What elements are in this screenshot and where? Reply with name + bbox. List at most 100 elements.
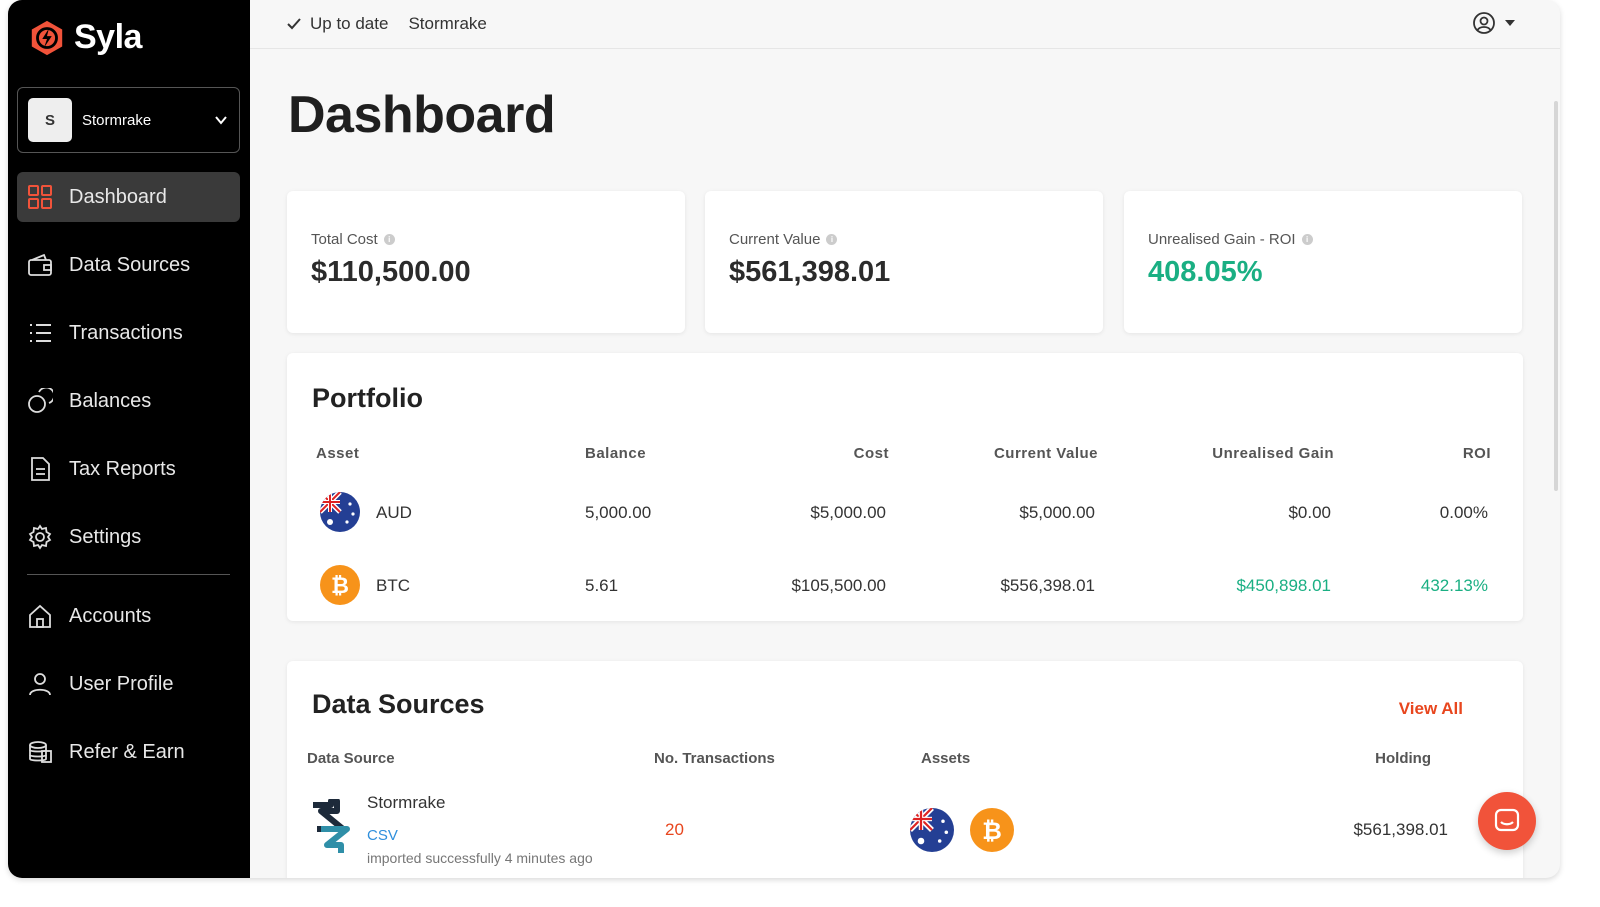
asset-roi: 0.00% xyxy=(1439,503,1488,522)
document-icon xyxy=(31,457,50,481)
syla-logo-icon xyxy=(31,20,63,55)
page-title: Dashboard xyxy=(288,86,556,144)
asset-unrealised-gain: $450,898.01 xyxy=(1236,576,1331,595)
roi-label: Unrealised Gain - ROI xyxy=(1148,231,1296,248)
sidebar-item-dashboard[interactable]: Dashboard xyxy=(17,172,240,222)
view-all-link[interactable]: View All xyxy=(1399,699,1463,719)
total-cost-label-row: Total Cost i xyxy=(311,231,661,248)
sidebar-item-refer-earn[interactable]: Refer & Earn xyxy=(17,727,240,777)
roi-value: 408.05% xyxy=(1148,256,1263,288)
stack-icon xyxy=(29,741,52,763)
sidebar-item-settings[interactable]: Settings xyxy=(17,512,240,562)
asset-balance: 5.61 xyxy=(585,576,619,595)
info-icon[interactable]: i xyxy=(1301,234,1313,245)
roi-card: Unrealised Gain - ROI i 408.05% xyxy=(1124,191,1522,333)
col-header-balance: Balance xyxy=(585,445,647,462)
asset-current-value: $5,000.00 xyxy=(1019,503,1095,522)
col-header-assets: Assets xyxy=(921,750,971,767)
col-header-current-value: Current Value xyxy=(993,445,1098,462)
home-icon xyxy=(29,604,51,628)
sidebar-item-label: Balances xyxy=(69,389,152,412)
coins-icon xyxy=(28,388,53,413)
sidebar-item-balances[interactable]: Balances xyxy=(17,376,240,426)
current-value-value: $561,398.01 xyxy=(729,256,891,288)
sidebar-item-label: Transactions xyxy=(69,321,183,344)
sidebar-item-label: Accounts xyxy=(69,604,152,627)
stormrake-logo-icon xyxy=(313,799,350,853)
data-source-name[interactable]: Stormrake xyxy=(367,793,445,813)
user-circle-icon xyxy=(1473,12,1495,34)
svg-text:₿: ₿ xyxy=(331,574,349,599)
asset-unrealised-gain: $0.00 xyxy=(1288,503,1331,522)
sidebar-item-data-sources[interactable]: Data Sources xyxy=(17,240,240,290)
chat-icon xyxy=(1494,808,1520,832)
asset-cost: $5,000.00 xyxy=(810,503,886,522)
asset-roi: 432.13% xyxy=(1420,576,1488,595)
portfolio-panel: Portfolio Asset Balance Cost Current Val… xyxy=(287,353,1523,621)
total-cost-card: Total Cost i $110,500.00 xyxy=(287,191,685,333)
sidebar: Syla S Stormrake Dashboard Data Sources xyxy=(8,0,250,878)
asset-current-value: $556,398.01 xyxy=(1000,576,1095,595)
sidebar-item-transactions[interactable]: Transactions xyxy=(17,308,240,358)
australia-flag-icon xyxy=(320,492,360,532)
account-name: Stormrake xyxy=(82,111,152,129)
data-source-status: imported successfully 4 minutes ago xyxy=(367,850,593,866)
vertical-scrollbar[interactable] xyxy=(1554,101,1558,491)
sync-account-name: Stormrake xyxy=(408,14,487,33)
grid-icon xyxy=(28,185,52,209)
caret-down-icon xyxy=(1505,20,1515,26)
total-cost-label: Total Cost xyxy=(311,231,378,248)
roi-label-row: Unrealised Gain - ROI i xyxy=(1148,231,1498,248)
col-header-data-source: Data Source xyxy=(307,750,395,767)
app-name: Syla xyxy=(74,18,142,56)
col-header-unrealised-gain: Unrealised Gain xyxy=(1212,445,1334,462)
top-bar: Up to date Stormrake xyxy=(250,0,1560,49)
account-selector[interactable]: S Stormrake xyxy=(17,87,240,153)
sidebar-item-label: Dashboard xyxy=(69,185,167,208)
data-source-holding: $561,398.01 xyxy=(1353,820,1448,839)
user-icon xyxy=(29,673,51,696)
australia-flag-icon xyxy=(910,808,954,852)
info-icon[interactable]: i xyxy=(826,234,838,245)
sidebar-item-tax-reports[interactable]: Tax Reports xyxy=(17,444,240,494)
asset-balance: 5,000.00 xyxy=(585,503,652,522)
data-sources-title: Data Sources xyxy=(312,689,485,719)
col-header-holding: Holding xyxy=(1375,750,1431,767)
gear-icon xyxy=(28,524,52,550)
asset-name: AUD xyxy=(376,503,412,522)
app-window: Syla S Stormrake Dashboard Data Sources xyxy=(8,0,1560,878)
main-content: Dashboard Total Cost i $110,500.00 Curre… xyxy=(250,49,1560,878)
sidebar-item-label: Settings xyxy=(69,525,142,548)
total-cost-value: $110,500.00 xyxy=(311,256,471,288)
current-value-label: Current Value xyxy=(729,231,821,248)
col-header-transactions: No. Transactions xyxy=(654,750,775,767)
list-icon xyxy=(30,324,51,342)
sidebar-item-user-profile[interactable]: User Profile xyxy=(17,659,240,709)
sidebar-divider xyxy=(27,574,230,575)
data-source-transaction-count[interactable]: 20 xyxy=(665,820,684,840)
sidebar-item-accounts[interactable]: Accounts xyxy=(17,591,240,641)
data-sources-panel: Data Sources View All Data Source No. Tr… xyxy=(287,661,1523,878)
bitcoin-icon: ₿ xyxy=(970,808,1014,852)
sync-status: Up to date xyxy=(310,14,389,33)
chat-button[interactable] xyxy=(1478,792,1536,850)
sidebar-item-label: Data Sources xyxy=(69,253,191,276)
portfolio-title: Portfolio xyxy=(312,383,423,413)
data-source-type-link[interactable]: CSV xyxy=(367,827,398,844)
account-avatar: S xyxy=(28,98,72,142)
user-menu-button[interactable] xyxy=(1472,11,1516,35)
sidebar-item-label: Refer & Earn xyxy=(69,740,185,763)
col-header-roi: ROI xyxy=(1462,445,1491,462)
sidebar-item-label: User Profile xyxy=(69,672,174,695)
sidebar-nav: Dashboard Data Sources Transactions Bala… xyxy=(17,172,240,795)
bitcoin-icon: ₿ xyxy=(320,565,360,605)
current-value-card: Current Value i $561,398.01 xyxy=(705,191,1103,333)
info-icon[interactable]: i xyxy=(383,234,395,245)
asset-cost: $105,500.00 xyxy=(791,576,886,595)
app-logo[interactable]: Syla xyxy=(28,18,142,57)
check-icon xyxy=(287,18,301,30)
col-header-asset: Asset xyxy=(316,445,360,462)
wallet-icon xyxy=(28,253,52,276)
current-value-label-row: Current Value i xyxy=(729,231,1079,248)
col-header-cost: Cost xyxy=(853,445,889,462)
